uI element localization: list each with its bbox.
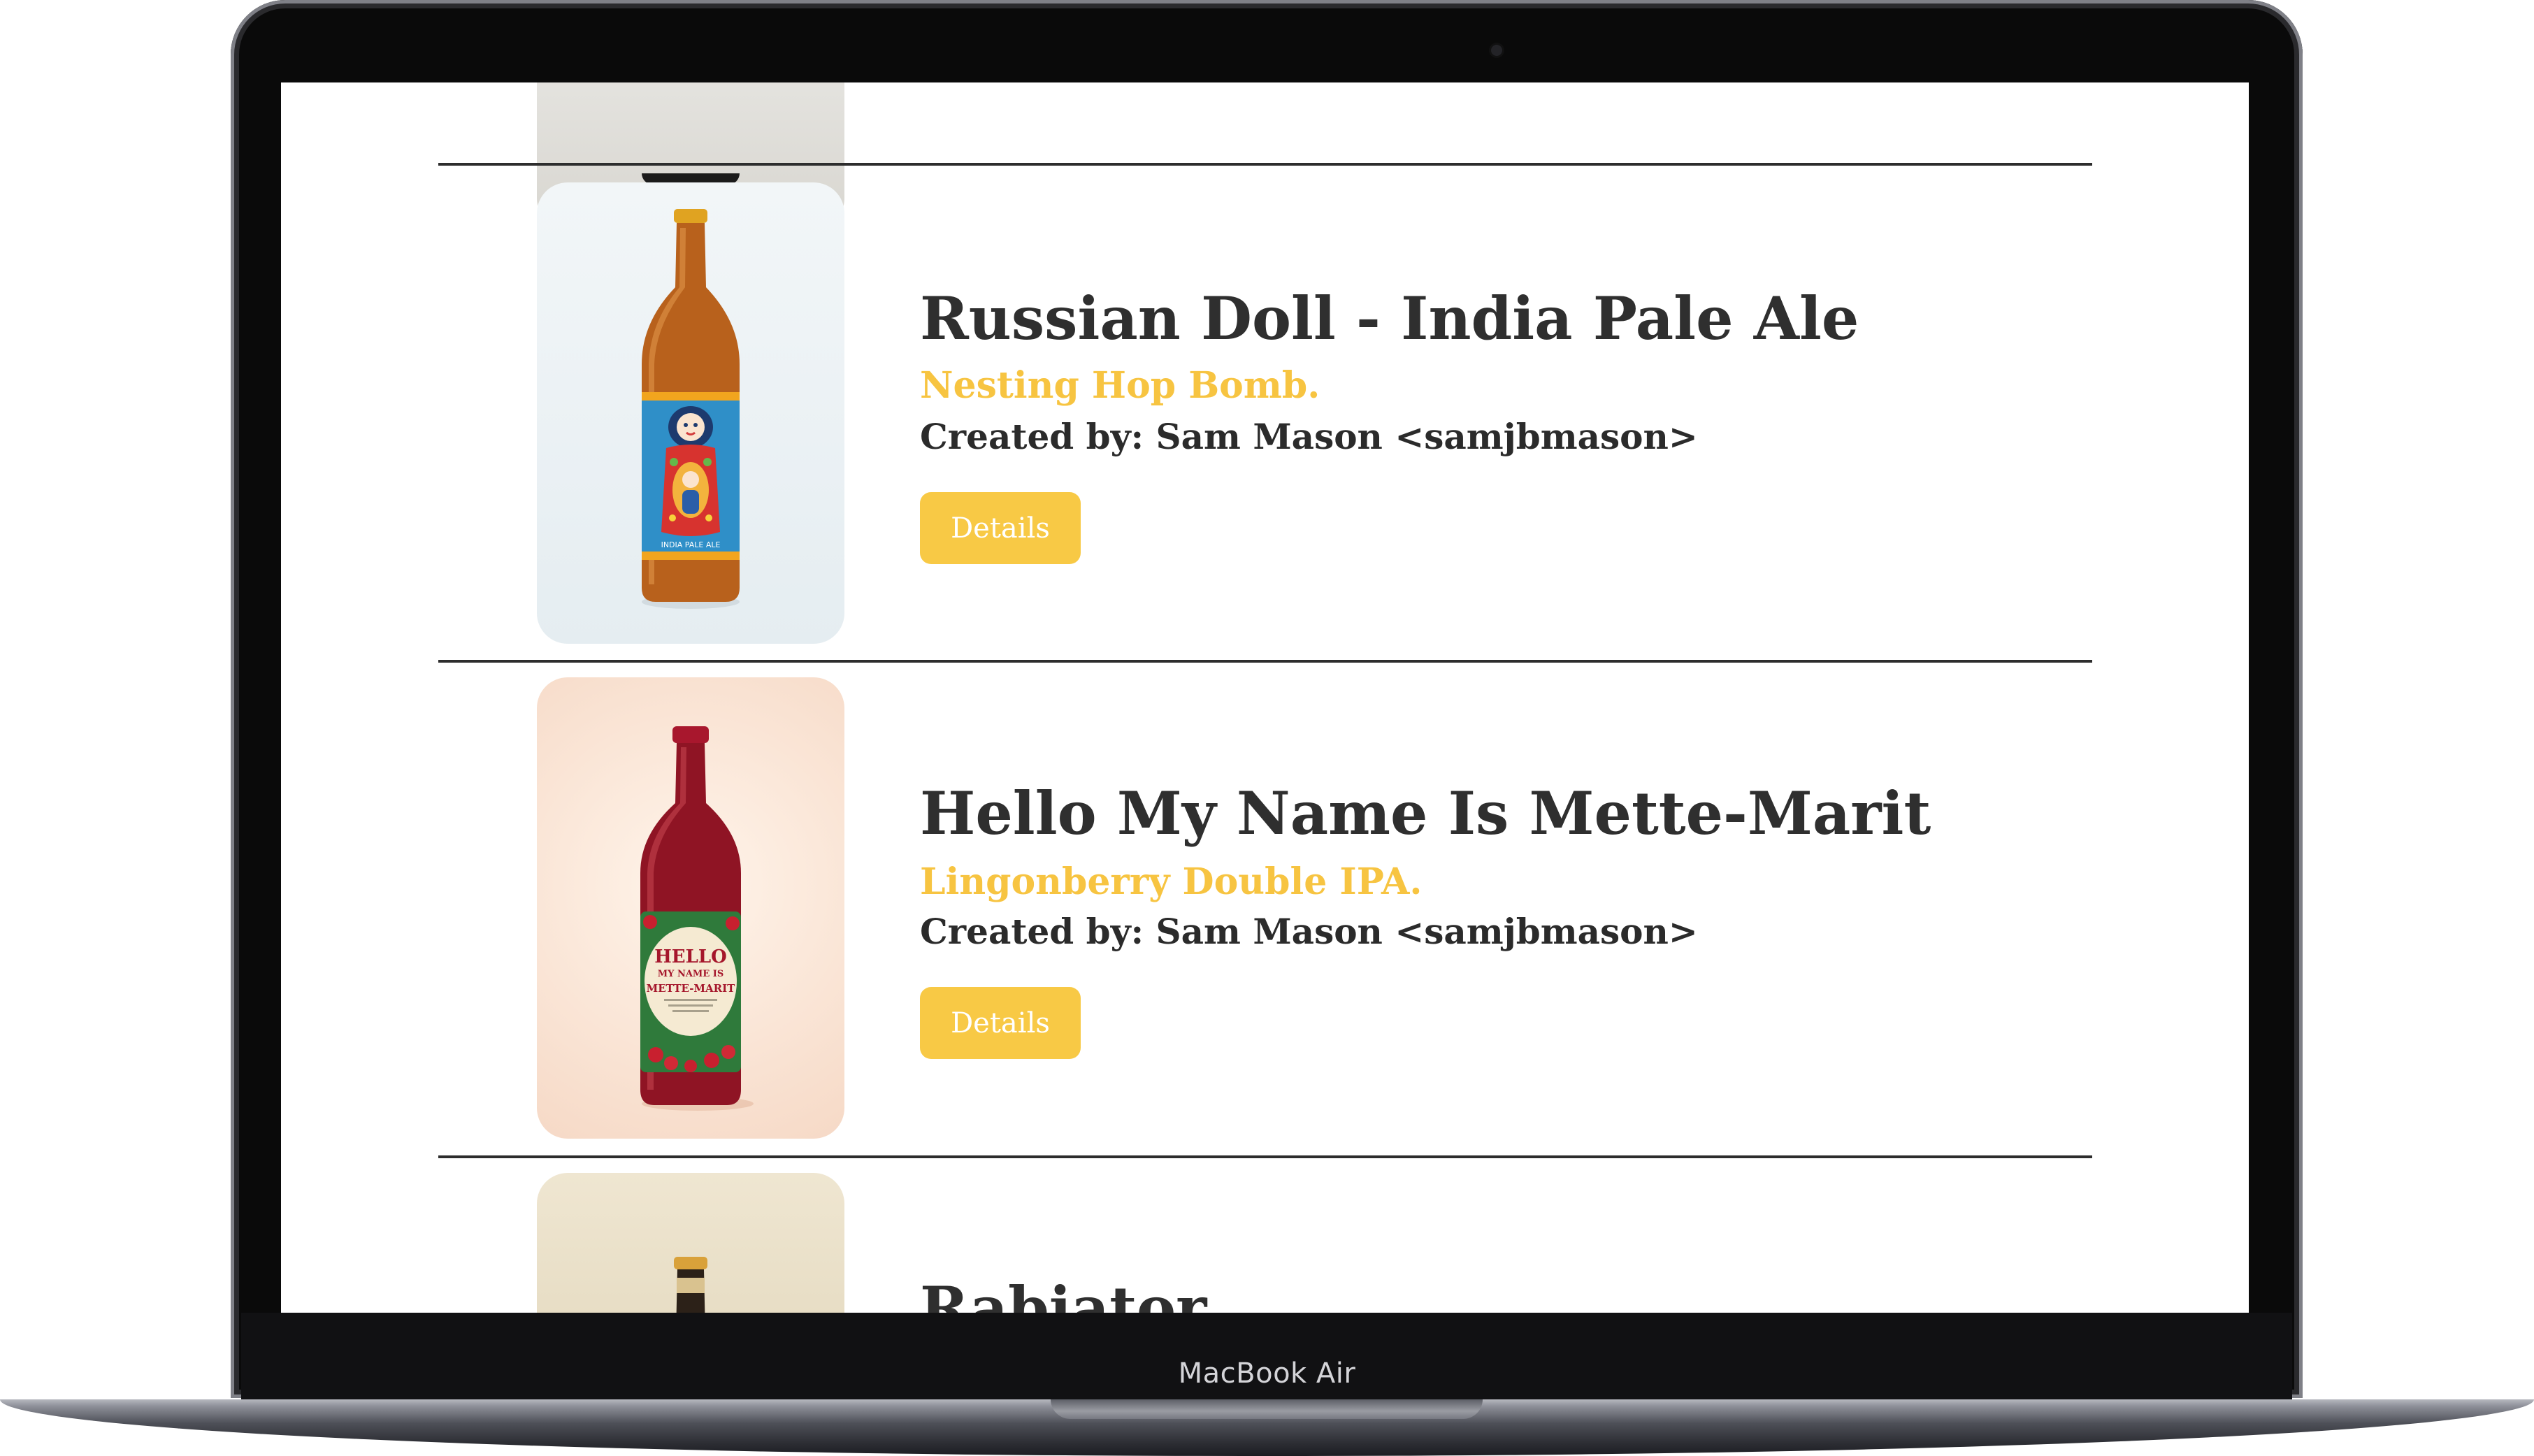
bottle-label-hello: HELLO — [654, 946, 727, 967]
beer-image-mette-marit[interactable]: HELLO MY NAME IS METTE-MARIT — [537, 677, 844, 1139]
beer-image-russian-doll[interactable]: INDIA PALE ALE — [537, 182, 844, 644]
beer-title: Hello My Name Is Mette-Marit — [920, 779, 1931, 848]
bottle-label-mette: METTE-MARIT — [647, 982, 735, 995]
beer-title: Rabiator — [920, 1274, 1207, 1313]
details-button[interactable]: Details — [920, 492, 1081, 564]
beer-image-rabiator[interactable] — [537, 1173, 844, 1313]
details-button[interactable]: Details — [920, 987, 1081, 1059]
bottle-label-text: INDIA PALE ALE — [661, 540, 721, 549]
beer-tagline: Lingonberry Double IPA. — [920, 860, 1423, 903]
list-divider — [438, 163, 2092, 166]
beer-bottle-icon — [674, 1257, 707, 1313]
browser-viewport[interactable]: INDIA PALE ALE Russian Doll - India Pale… — [281, 82, 2249, 1313]
bottle-label-name-is: MY NAME IS — [658, 969, 724, 979]
beer-creator: Created by: Sam Mason <samjbmason> — [920, 911, 1698, 952]
laptop-hinge-notch — [1051, 1399, 1483, 1419]
list-divider — [438, 1155, 2092, 1158]
beer-tagline: Nesting Hop Bomb. — [920, 364, 1320, 407]
beer-title: Russian Doll - India Pale Ale — [920, 284, 1859, 353]
device-model-label: MacBook Air — [1178, 1357, 1356, 1390]
beer-creator: Created by: Sam Mason <samjbmason> — [920, 416, 1698, 457]
camera-icon — [1491, 45, 1502, 56]
beer-bottle-icon: HELLO MY NAME IS METTE-MARIT — [640, 726, 754, 1111]
beer-bottle-icon: INDIA PALE ALE — [642, 209, 740, 609]
list-divider — [438, 660, 2092, 663]
